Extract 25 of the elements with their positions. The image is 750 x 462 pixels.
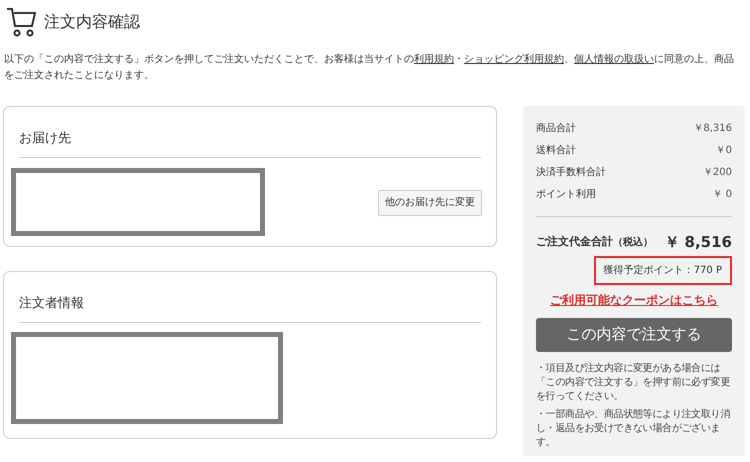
tax-note: （税込） [613,236,653,250]
terms-link[interactable]: 利用規約 [414,54,454,65]
summary-value: ￥ 0 [712,188,732,202]
order-button[interactable]: この内容で注文する [536,318,732,352]
card-title: お届け先 [19,129,481,158]
total-label: ご注文代金合計 [536,234,613,250]
note-text: ・一部商品や、商品状態等により注文取り消し・返品をお受けできない場合がございます。 [536,408,732,450]
change-address-button[interactable]: 他のお届け先に変更 [378,190,482,216]
terms-link[interactable]: ショッピング利用規約 [464,54,564,65]
intro-text: 以下の「この内容で注文する」ボタンを押してご注文いただくことで、お客様は当サイトの利用規約・ショッピング利用規約、個人情報の取扱いに同意の上、商品をご注文されたことになります。 [3,52,735,83]
note-text: ・項目及び注文内容に変更がある場合には「この内容で注文する」を押す前に必ず変更を行ってください。 [536,362,732,404]
card-title: 注文者情報 [19,294,481,322]
page-title: 注文内容確認 [44,11,140,33]
coupon-link[interactable]: ご利用可能なクーポンはこちら [550,290,718,308]
summary-label: 決済手数料合計 [536,166,606,180]
summary-value: ￥0 [716,144,732,158]
summary-label: 商品合計 [536,122,576,136]
terms-link[interactable]: 個人情報の取扱い [574,54,654,65]
points-text: 獲得予定ポイント：770 P [594,256,732,284]
summary-value: ￥8,316 [693,122,732,136]
total-amount: ￥ 8,516 [664,232,732,253]
cart-icon [6,6,36,38]
summary-value: ￥200 [702,166,732,180]
summary-label: 送料合計 [536,144,576,158]
summary-label: ポイント利用 [536,188,596,202]
